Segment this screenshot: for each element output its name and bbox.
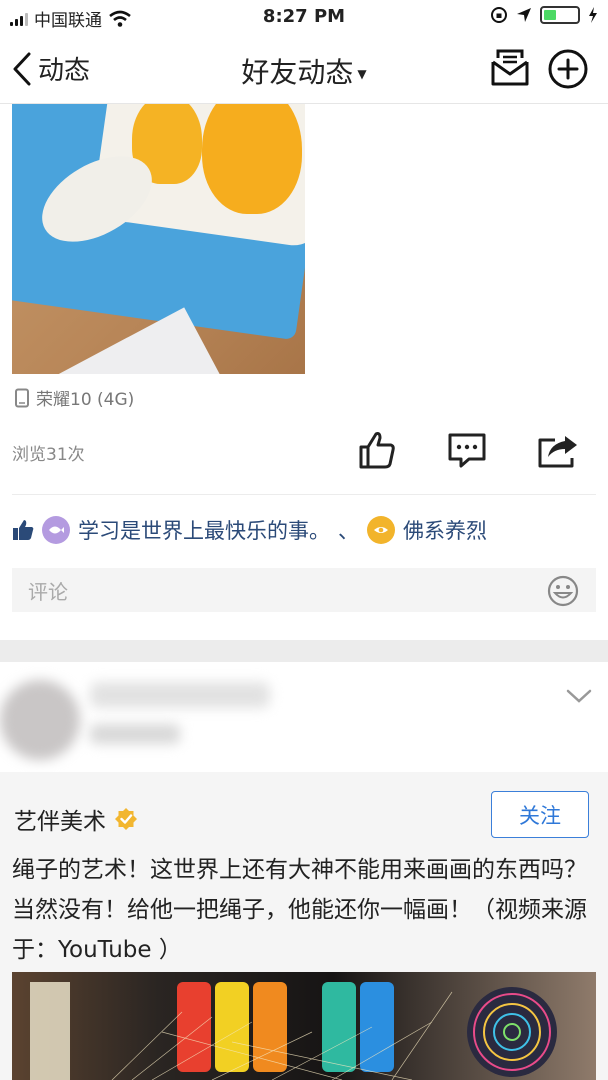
eye-avatar-icon: [374, 527, 388, 533]
photo-mango: [202, 104, 302, 214]
blurred-username: [90, 682, 270, 708]
string-art-pattern: [30, 982, 557, 1080]
status-bar: 中国联通 8:27 PM: [0, 0, 608, 34]
divider: [12, 494, 596, 495]
avatar[interactable]: [0, 680, 80, 760]
battery-icon: [540, 6, 580, 24]
emoji-icon[interactable]: [546, 574, 580, 608]
post-separator: [0, 640, 608, 662]
view-count: 浏览31次: [12, 445, 85, 465]
avatar[interactable]: [367, 516, 395, 544]
fish-avatar-icon: [49, 526, 64, 534]
verified-badge-icon: [115, 808, 137, 830]
nav-bar: 动态 好友动态 ▼: [0, 34, 608, 104]
page-title: 好友动态: [241, 56, 354, 89]
blurred-subtitle: [90, 724, 180, 744]
phone-icon: [15, 388, 29, 407]
share-icon[interactable]: [537, 430, 579, 470]
dropdown-caret-icon: ▼: [357, 67, 367, 81]
inbox-icon[interactable]: [489, 48, 531, 88]
add-icon[interactable]: [547, 48, 589, 90]
comment-input[interactable]: 评论: [12, 568, 596, 612]
post-text: 绳子的艺术！这世界上还有大神不能用来画画的东西吗？当然没有！给他一把绳子，他能还…: [12, 857, 587, 963]
chevron-down-icon[interactable]: [566, 688, 592, 704]
location-icon: [517, 8, 531, 22]
comment-icon[interactable]: [447, 430, 487, 470]
status-right: [490, 6, 598, 24]
charging-icon: [589, 7, 597, 23]
likes-row: 学习是世界上最快乐的事。 、 佛系养烈: [12, 515, 487, 545]
account-name-row[interactable]: 艺伴美术: [14, 802, 138, 836]
thumb-icon: [13, 520, 34, 540]
device-info: 荣耀10 (4G): [14, 385, 134, 410]
video-thumbnail[interactable]: [12, 972, 596, 1080]
post-photo[interactable]: [12, 104, 305, 374]
like-icon[interactable]: [358, 430, 396, 470]
avatar[interactable]: [42, 516, 70, 544]
lock-rotation-icon: [491, 7, 507, 23]
liker-name[interactable]: 学习是世界上最快乐的事。: [78, 515, 330, 545]
follow-button[interactable]: 关注: [491, 791, 589, 838]
liker-separator: 、: [338, 519, 359, 543]
device-label: 荣耀10 (4G): [36, 390, 135, 410]
post-header: [0, 662, 608, 772]
liker-name[interactable]: 佛系养烈: [403, 515, 487, 545]
comment-placeholder: 评论: [28, 579, 68, 604]
account-name[interactable]: 艺伴美术: [14, 802, 106, 836]
